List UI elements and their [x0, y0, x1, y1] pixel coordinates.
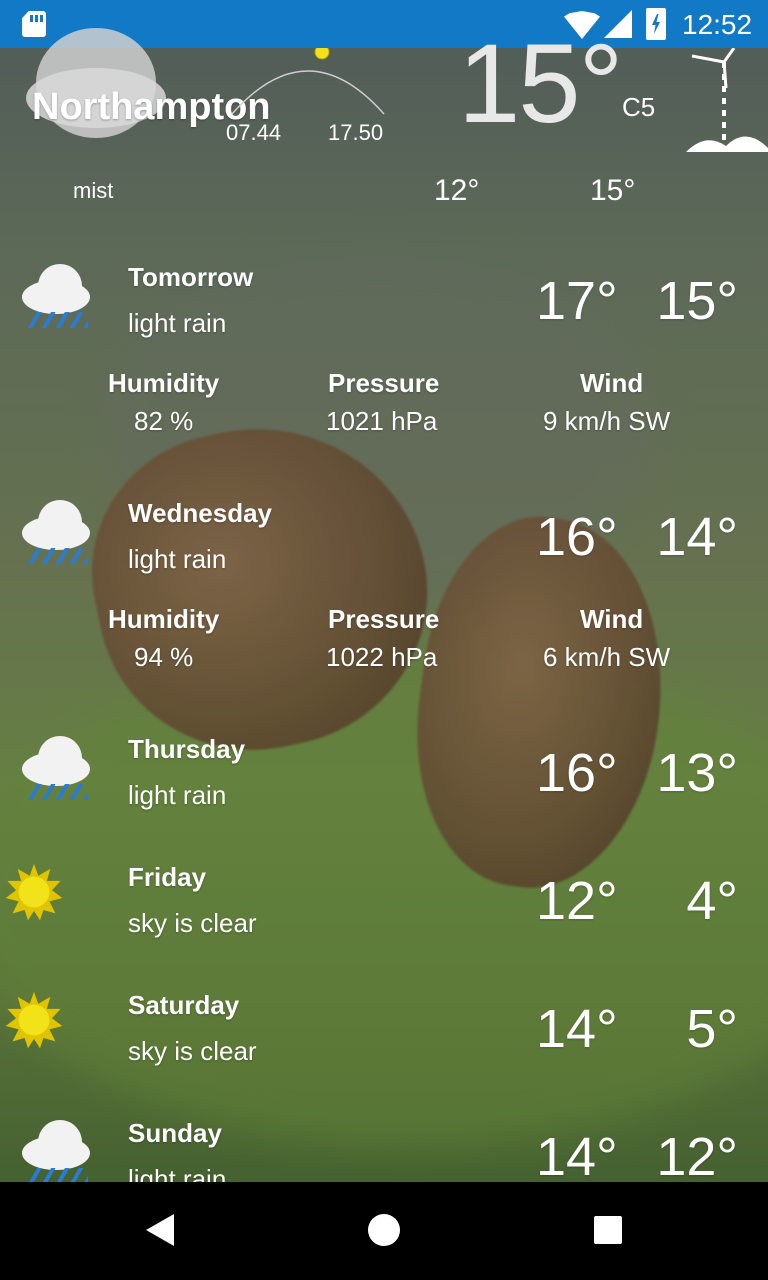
current-condition: mist: [73, 178, 114, 203]
humidity-value: 82 %: [134, 406, 194, 436]
day-name: Thursday: [128, 734, 246, 764]
day-high-temp: 12°: [536, 871, 618, 931]
day-description: sky is clear: [128, 908, 257, 938]
pressure-value: 1021 hPa: [326, 406, 438, 436]
day-high-temp: 16°: [536, 743, 618, 803]
sun-icon: [5, 991, 63, 1049]
day-description: light rain: [128, 780, 227, 810]
day-low-temp: 4°: [686, 871, 738, 931]
wind-label: Wind: [580, 368, 644, 398]
day-description: light rain: [128, 308, 227, 338]
day-description: light rain: [128, 1164, 227, 1182]
back-icon[interactable]: [146, 1214, 174, 1246]
pressure-label: Pressure: [328, 368, 440, 398]
forecast-row-saturday[interactable]: Saturday sky is clear 14° 5°: [0, 986, 768, 1086]
day-description: sky is clear: [128, 1036, 257, 1066]
rain-cloud-icon: [22, 500, 92, 570]
forecast-row-sunday[interactable]: Sunday light rain 14° 12°: [0, 1114, 768, 1182]
recents-icon[interactable]: [594, 1216, 622, 1244]
station-code: C5: [622, 92, 656, 122]
forecast-details-tomorrow: Humidity 82 % Pressure 1021 hPa Wind 9 k…: [0, 368, 768, 448]
rain-cloud-icon: [22, 264, 92, 334]
current-conditions[interactable]: Northampton 07.44 17.50 15° C5 mist 12° …: [0, 28, 768, 248]
sun-position-icon: [314, 48, 330, 60]
current-high: 15°: [590, 174, 636, 207]
current-temperature: 15°: [458, 21, 623, 146]
forecast-row-wednesday[interactable]: Wednesday light rain 16° 14°: [0, 494, 768, 584]
clock: 12:52: [682, 9, 753, 40]
forecast-row-tomorrow[interactable]: Tomorrow light rain 17° 15°: [0, 258, 768, 348]
day-high-temp: 14°: [536, 999, 618, 1059]
sun-icon: [5, 863, 63, 921]
day-name: Friday: [128, 862, 207, 892]
pressure-label: Pressure: [328, 604, 440, 634]
sunrise-time: 07.44: [226, 120, 282, 145]
wind-value: 9 km/h SW: [543, 406, 671, 436]
day-low-temp: 15°: [656, 271, 738, 331]
windmill-icon: [686, 48, 768, 152]
wind-value: 6 km/h SW: [543, 642, 671, 672]
forecast-details-wednesday: Humidity 94 % Pressure 1022 hPa Wind 6 k…: [0, 604, 768, 684]
day-name: Tomorrow: [128, 262, 254, 292]
sunset-time: 17.50: [328, 120, 384, 145]
current-low: 12°: [434, 174, 480, 207]
day-description: light rain: [128, 544, 227, 574]
humidity-label: Humidity: [108, 604, 220, 634]
rain-cloud-icon: [22, 736, 92, 806]
day-name: Sunday: [128, 1118, 222, 1148]
forecast-row-thursday[interactable]: Thursday light rain 16° 13°: [0, 730, 768, 830]
day-low-temp: 14°: [656, 507, 738, 567]
humidity-value: 94 %: [134, 642, 194, 672]
day-low-temp: 13°: [656, 743, 738, 803]
day-high-temp: 14°: [536, 1127, 618, 1182]
pressure-value: 1022 hPa: [326, 642, 438, 672]
day-low-temp: 5°: [686, 999, 738, 1059]
day-name: Saturday: [128, 990, 240, 1020]
sd-card-icon: [22, 11, 46, 37]
day-low-temp: 12°: [656, 1127, 738, 1182]
navigation-bar: [0, 1182, 768, 1280]
rain-cloud-icon: [22, 1120, 92, 1182]
day-high-temp: 17°: [536, 271, 618, 331]
day-high-temp: 16°: [536, 507, 618, 567]
battery-charging-icon: [646, 8, 666, 40]
sun-path-arc: [231, 48, 385, 115]
home-icon[interactable]: [368, 1214, 400, 1246]
wind-label: Wind: [580, 604, 644, 634]
forecast-row-friday[interactable]: Friday sky is clear 12° 4°: [0, 858, 768, 958]
humidity-label: Humidity: [108, 368, 220, 398]
day-name: Wednesday: [128, 498, 273, 528]
